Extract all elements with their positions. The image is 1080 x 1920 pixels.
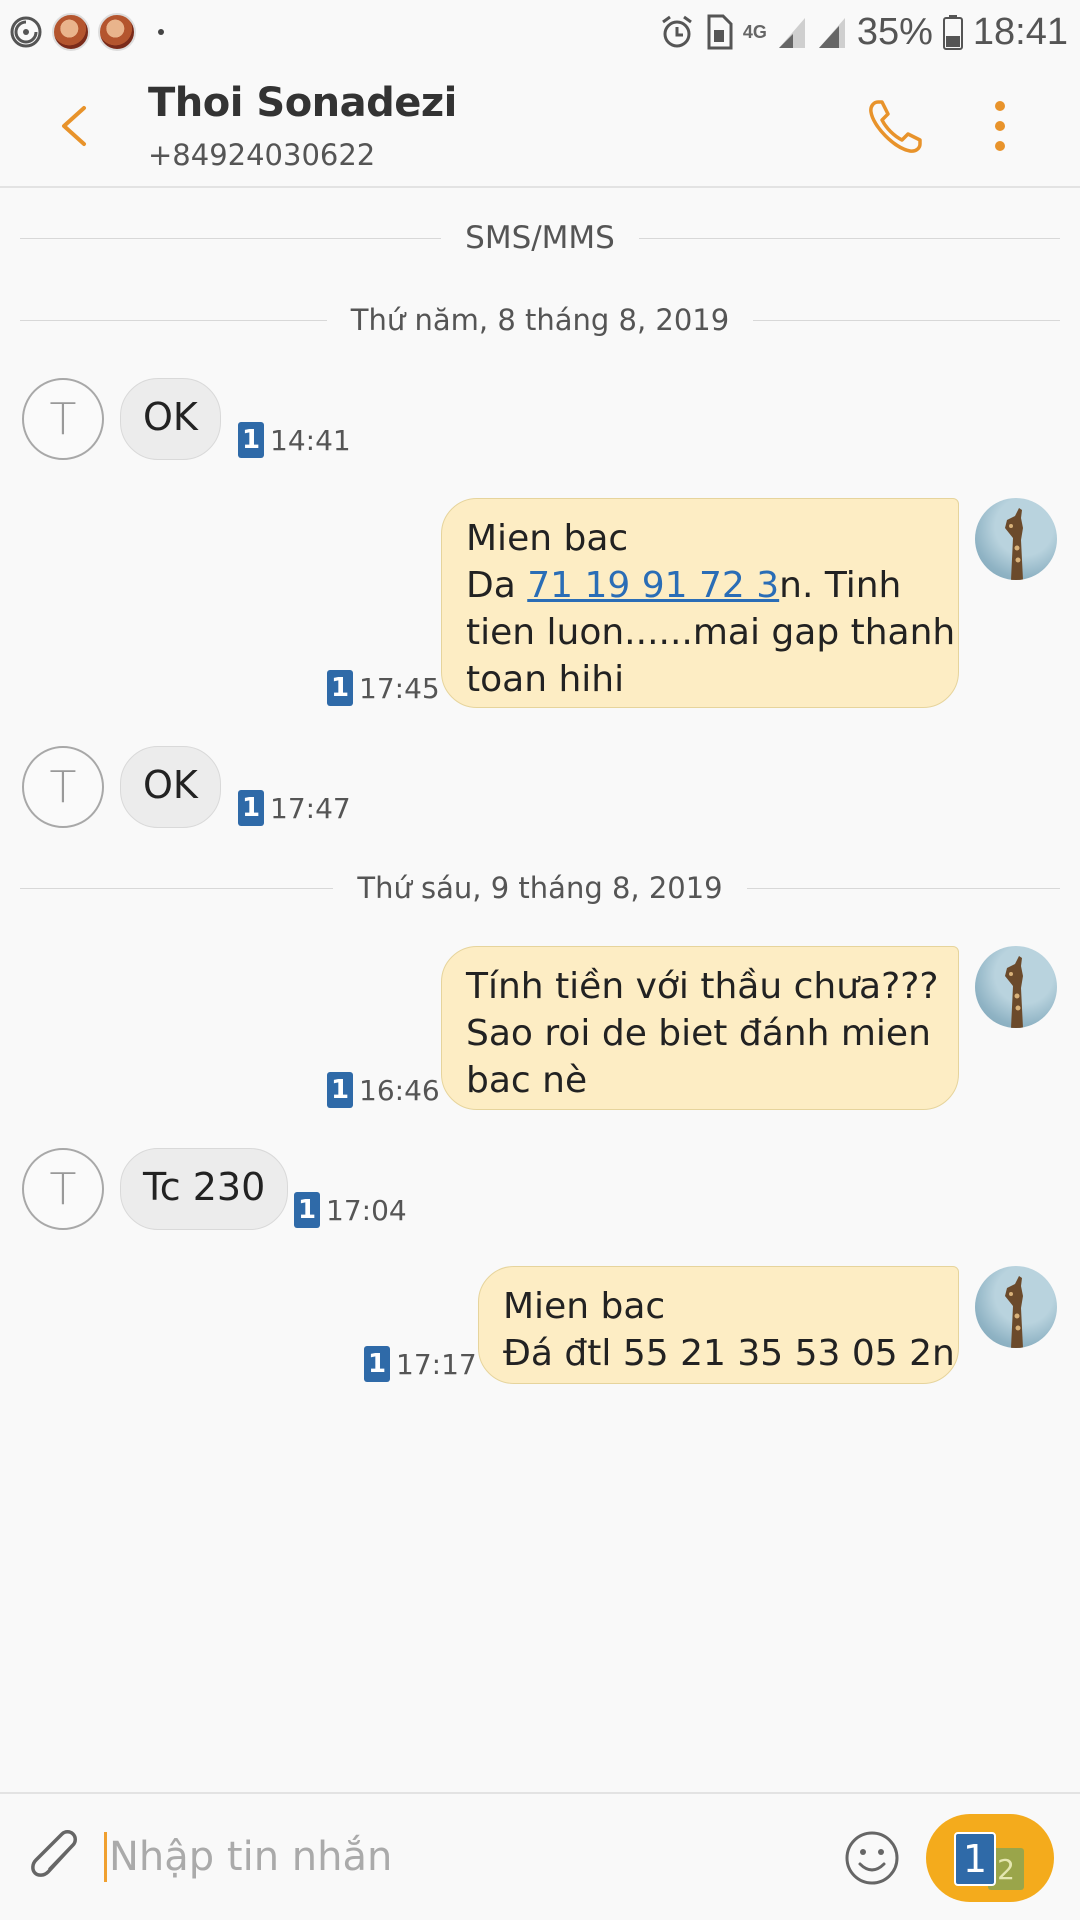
sim-badge: 1: [327, 670, 353, 706]
message-time: 14:41: [270, 423, 351, 457]
incoming-message-bubble[interactable]: Tc 230: [120, 1148, 289, 1230]
back-button[interactable]: [48, 94, 104, 158]
battery-icon: [942, 15, 963, 50]
my-avatar[interactable]: [975, 1266, 1057, 1348]
conversation-header: Thoi Sonadezi +84924030622: [0, 64, 1080, 188]
date-divider: Thứ năm, 8 tháng 8, 2019: [20, 300, 1061, 340]
sync-icon: [10, 16, 42, 48]
outgoing-message-bubble[interactable]: Mien bac Da 71 19 91 72 3n. Tinh tien lu…: [441, 498, 959, 708]
outgoing-message-bubble[interactable]: Tính tiền với thầu chưa??? Sao roi de bi…: [441, 946, 959, 1110]
avatar-letter: T: [49, 761, 77, 813]
sim-badge: 1: [294, 1192, 320, 1228]
date-label: Thứ sáu, 9 tháng 8, 2019: [357, 871, 723, 905]
message-line: Da 71 19 91 72 3n. Tinh: [466, 562, 934, 609]
contact-number: +84924030622: [148, 138, 376, 172]
avatar-letter: T: [49, 1163, 77, 1215]
my-avatar[interactable]: [975, 498, 1057, 580]
message-time: 17:45: [359, 671, 440, 705]
message-time: 17:47: [270, 791, 351, 825]
message-line: Mien bac: [503, 1286, 666, 1327]
message-line: Tính tiền với thầu chưa???: [466, 966, 939, 1007]
message-text: n. Tinh: [779, 565, 902, 606]
sim-badge: 1: [364, 1346, 390, 1382]
message-line: tien luon......mai gap thanh: [466, 612, 956, 653]
phone-icon: [869, 100, 922, 153]
more-vertical-icon: [995, 101, 1005, 151]
battery-percent: 35%: [856, 10, 933, 53]
message-meta: 1 14:41: [238, 422, 351, 458]
signal-icon: [778, 18, 805, 48]
message-text: Da: [466, 565, 528, 606]
network-type: 4G: [742, 22, 767, 42]
notification-icons: [8, 12, 164, 52]
sim-badge: 1: [327, 1072, 353, 1108]
incoming-message-bubble[interactable]: OK: [120, 378, 221, 460]
message-text: OK: [143, 395, 198, 439]
message-text: Tc 230: [143, 1165, 266, 1209]
message-line: toan hihi: [466, 659, 625, 700]
sim-card-icon: [707, 14, 733, 50]
contact-avatar[interactable]: T: [22, 378, 104, 460]
status-bar: 4G 35% 18:41: [0, 0, 1080, 64]
message-meta: 1 17:47: [238, 790, 351, 826]
attach-button[interactable]: [28, 1826, 86, 1890]
more-options-button[interactable]: [972, 90, 1028, 162]
message-meta: 1 17:17: [364, 1346, 477, 1382]
phone-number-link[interactable]: 71 19 91 72 3: [527, 565, 779, 606]
incoming-message-bubble[interactable]: OK: [120, 746, 221, 828]
emoji-button[interactable]: [842, 1828, 902, 1888]
message-line: Mien bac: [466, 518, 629, 559]
clock: 18:41: [972, 10, 1068, 53]
message-time: 17:17: [396, 1347, 477, 1381]
system-icons: 4G 35% 18:41: [659, 10, 1068, 54]
sim1-send-icon: 1: [954, 1832, 996, 1886]
sim-badge: 1: [238, 422, 264, 458]
alarm-icon: [661, 15, 692, 48]
text-cursor: [104, 1832, 107, 1882]
giraffe-photo-icon: [1005, 1276, 1023, 1348]
date-divider: Thứ sáu, 9 tháng 8, 2019: [20, 868, 1060, 908]
date-label: Thứ năm, 8 tháng 8, 2019: [350, 303, 730, 337]
message-meta: 1 17:45: [327, 670, 440, 706]
message-composer: 1 2: [0, 1792, 1080, 1920]
message-line: bac nè: [466, 1060, 588, 1101]
channel-label: SMS/MMS: [465, 220, 615, 256]
message-time: 16:46: [359, 1073, 440, 1107]
send-button[interactable]: 1 2: [926, 1814, 1054, 1902]
chevron-left-icon: [62, 106, 86, 146]
avatar-letter: T: [49, 393, 77, 445]
giraffe-photo-icon: [1005, 508, 1023, 580]
message-input-wrapper: [104, 1822, 824, 1892]
channel-divider: SMS/MMS: [20, 218, 1060, 258]
message-time: 17:04: [326, 1193, 407, 1227]
message-line: Sao roi de biet đánh mien: [466, 1013, 931, 1054]
giraffe-photo-icon: [1005, 956, 1023, 1028]
my-avatar[interactable]: [975, 946, 1057, 1028]
message-line: Đá đtl 55 21 35 53 05 2n: [503, 1333, 955, 1374]
more-notifications-dot: [158, 29, 164, 35]
sim-badge: 1: [238, 790, 264, 826]
game-notification-icon: [98, 13, 136, 51]
signal-icon: [818, 18, 845, 48]
message-input[interactable]: [109, 1834, 824, 1880]
contact-avatar[interactable]: T: [22, 746, 104, 828]
game-notification-icon: [52, 13, 90, 51]
message-text: OK: [143, 763, 198, 807]
contact-name[interactable]: Thoi Sonadezi: [148, 80, 457, 126]
outgoing-message-bubble[interactable]: Mien bac Đá đtl 55 21 35 53 05 2n: [478, 1266, 959, 1384]
message-meta: 1 16:46: [327, 1072, 440, 1108]
call-button[interactable]: [864, 94, 928, 158]
paperclip-icon: [31, 1830, 77, 1877]
message-meta: 1 17:04: [294, 1192, 407, 1228]
contact-avatar[interactable]: T: [22, 1148, 104, 1230]
smiley-icon: [845, 1831, 899, 1885]
